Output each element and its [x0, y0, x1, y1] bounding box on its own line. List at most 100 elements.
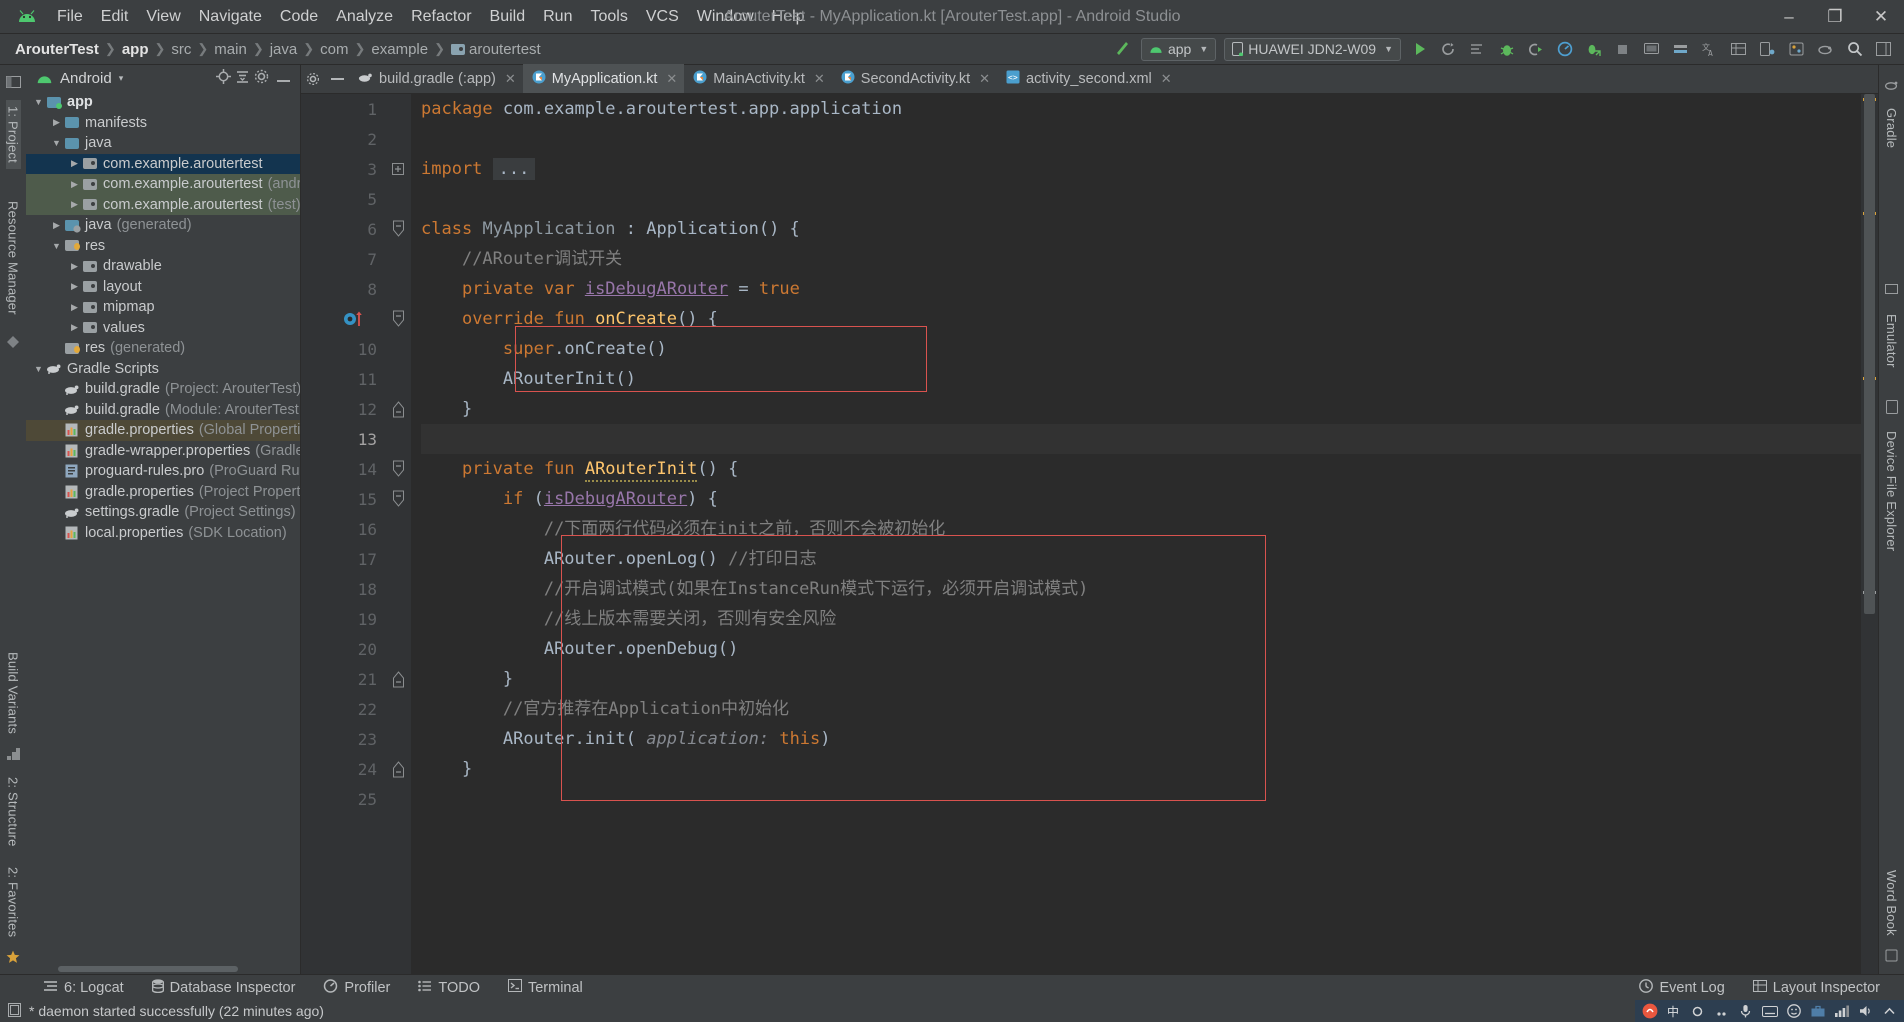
- code-line[interactable]: }: [421, 754, 1861, 784]
- tree-node[interactable]: ▼ app: [26, 92, 300, 113]
- menu-tools[interactable]: Tools: [581, 0, 636, 34]
- favorites-star-icon[interactable]: [6, 950, 20, 968]
- sidebar-item-resource-manager[interactable]: Resource Manager: [6, 195, 21, 321]
- settings-icon[interactable]: [1870, 36, 1897, 62]
- hide-icon[interactable]: [273, 70, 294, 87]
- menu-code[interactable]: Code: [271, 0, 327, 34]
- breadcrumb-item[interactable]: src: [168, 41, 194, 58]
- breadcrumb-item[interactable]: main: [211, 41, 250, 58]
- tree-node[interactable]: ▶proguard-rules.pro(ProGuard Rules for: [26, 461, 300, 482]
- tree-node[interactable]: ▶gradle.properties(Global Properties): [26, 420, 300, 441]
- fold-marker[interactable]: [385, 304, 411, 334]
- menu-edit[interactable]: Edit: [92, 0, 138, 34]
- sdk-manager-icon[interactable]: [1667, 36, 1694, 62]
- fold-marker[interactable]: [385, 484, 411, 514]
- collapse-all-icon[interactable]: [235, 70, 250, 88]
- chevron-right-icon[interactable]: ▶: [68, 281, 81, 292]
- editor-tab[interactable]: <> activity_second.xml ✕: [997, 64, 1179, 93]
- fold-marker[interactable]: [385, 394, 411, 424]
- bottom-tool-profiler[interactable]: Profiler: [309, 978, 404, 997]
- tree-node[interactable]: ▼ Gradle Scripts: [26, 359, 300, 380]
- tree-node[interactable]: ▶ java (generated): [26, 215, 300, 236]
- search-icon[interactable]: [1841, 36, 1868, 62]
- menu-file[interactable]: File: [48, 0, 92, 34]
- code-line[interactable]: import ...: [421, 154, 1861, 184]
- close-button[interactable]: ✕: [1858, 0, 1904, 34]
- sidebar-item-gradle[interactable]: Gradle: [1884, 102, 1899, 154]
- bottom-tool-logcat[interactable]: 6: Logcat: [30, 980, 138, 996]
- chevron-right-icon[interactable]: ▶: [68, 199, 81, 210]
- chevron-right-icon[interactable]: ▶: [68, 302, 81, 313]
- chevron-down-icon[interactable]: ▼: [32, 97, 45, 107]
- editor-settings-icon[interactable]: [301, 64, 325, 93]
- make-project-icon[interactable]: [1109, 36, 1136, 62]
- close-tab-icon[interactable]: ✕: [666, 71, 677, 87]
- editor-tab[interactable]: build.gradle (:app) ✕: [349, 64, 523, 93]
- apply-changes-icon[interactable]: [1580, 36, 1607, 62]
- code-line[interactable]: }: [421, 394, 1861, 424]
- code-editor[interactable]: 1 2 3 5 6 7 8 10 11 12 13 14 15 16 17 18 19 20 21 22 23 24 25 …: [301, 94, 1878, 974]
- tree-node[interactable]: ▶gradle.properties(Project Properties): [26, 482, 300, 503]
- emulator-icon[interactable]: [1885, 284, 1898, 301]
- chevron-right-icon[interactable]: ▶: [68, 322, 81, 333]
- stop-icon[interactable]: [1609, 36, 1636, 62]
- chevron-down-icon[interactable]: ▼: [50, 241, 63, 251]
- module-selector[interactable]: app ▼: [1140, 37, 1217, 61]
- sync-gradle-icon[interactable]: [1812, 36, 1839, 62]
- tree-node[interactable]: ▶ com.example.aroutertest: [26, 153, 300, 174]
- bottom-tool-eventlog[interactable]: Event Log: [1625, 978, 1738, 997]
- sidebar-item-favorites[interactable]: 2: Favorites: [6, 861, 21, 943]
- editor-marker-bar[interactable]: [1861, 94, 1878, 974]
- code-line[interactable]: override fun onCreate() {: [421, 304, 1861, 334]
- gradle-window-icon[interactable]: [1884, 78, 1899, 95]
- close-tab-icon[interactable]: ✕: [1161, 71, 1172, 87]
- code-line[interactable]: package com.example.aroutertest.app.appl…: [421, 94, 1861, 124]
- breadcrumb-item[interactable]: app: [119, 41, 152, 58]
- fold-marker[interactable]: [385, 154, 411, 184]
- chevron-down-icon[interactable]: ▾: [119, 73, 124, 84]
- locate-icon[interactable]: [216, 69, 231, 88]
- code-line[interactable]: class MyApplication : Application() {: [421, 214, 1861, 244]
- close-tab-icon[interactable]: ✕: [505, 71, 516, 87]
- tree-node[interactable]: ▶ com.example.aroutertest (test): [26, 194, 300, 215]
- sidebar-item-word-book[interactable]: Word Book: [1884, 864, 1899, 942]
- code-line[interactable]: if (isDebugARouter) {: [421, 484, 1861, 514]
- sidebar-item-project[interactable]: 1: Project: [5, 100, 21, 169]
- build-variants-icon[interactable]: [6, 747, 20, 764]
- emoji-icon[interactable]: [1785, 1003, 1802, 1020]
- breadcrumb-item[interactable]: java: [267, 41, 301, 58]
- tree-node[interactable]: ▶local.properties(SDK Location): [26, 523, 300, 544]
- sidebar-item-structure[interactable]: 2: Structure: [6, 771, 21, 853]
- menu-refactor[interactable]: Refactor: [402, 0, 480, 34]
- tree-node[interactable]: ▶ mipmap: [26, 297, 300, 318]
- code-line[interactable]: private var isDebugARouter = true: [421, 274, 1861, 304]
- attach-process-icon[interactable]: [1522, 36, 1549, 62]
- gear-icon[interactable]: [254, 69, 269, 88]
- code-line[interactable]: super.onCreate(): [421, 334, 1861, 364]
- ime-half-icon[interactable]: [1689, 1003, 1706, 1020]
- menu-analyze[interactable]: Analyze: [327, 0, 402, 34]
- run-icon[interactable]: [1406, 36, 1433, 62]
- tree-node[interactable]: ▶settings.gradle(Project Settings): [26, 502, 300, 523]
- code-line[interactable]: //线上版本需要关闭，否则有安全风险: [421, 604, 1861, 634]
- tree-node[interactable]: ▶ drawable: [26, 256, 300, 277]
- tree-node[interactable]: ▶gradle-wrapper.properties(Gradle Versio…: [26, 441, 300, 462]
- code-line[interactable]: [421, 184, 1861, 214]
- chevron-down-icon[interactable]: ▼: [32, 364, 45, 374]
- profiler-icon[interactable]: [1551, 36, 1578, 62]
- translate-icon[interactable]: 文A: [1696, 36, 1723, 62]
- sogou-icon[interactable]: [1641, 1003, 1658, 1020]
- tree-node[interactable]: ▶ manifests: [26, 113, 300, 134]
- attach-debugger-icon[interactable]: [1435, 36, 1462, 62]
- code-line[interactable]: [421, 424, 1861, 454]
- toolbox-icon[interactable]: [1809, 1003, 1826, 1020]
- sidebar-item-build-variants[interactable]: Build Variants: [6, 646, 21, 740]
- fold-marker[interactable]: [385, 754, 411, 784]
- bottom-tool-layoutinspector[interactable]: Layout Inspector: [1739, 979, 1894, 996]
- code-line[interactable]: ARouter.openLog() //打印日志: [421, 544, 1861, 574]
- project-horizontal-scrollbar[interactable]: [26, 963, 300, 974]
- close-tab-icon[interactable]: ✕: [979, 71, 990, 87]
- breadcrumb-item[interactable]: com: [317, 41, 351, 58]
- editor-tab[interactable]: MainActivity.kt ✕: [684, 64, 832, 93]
- code-line[interactable]: private fun ARouterInit() {: [421, 454, 1861, 484]
